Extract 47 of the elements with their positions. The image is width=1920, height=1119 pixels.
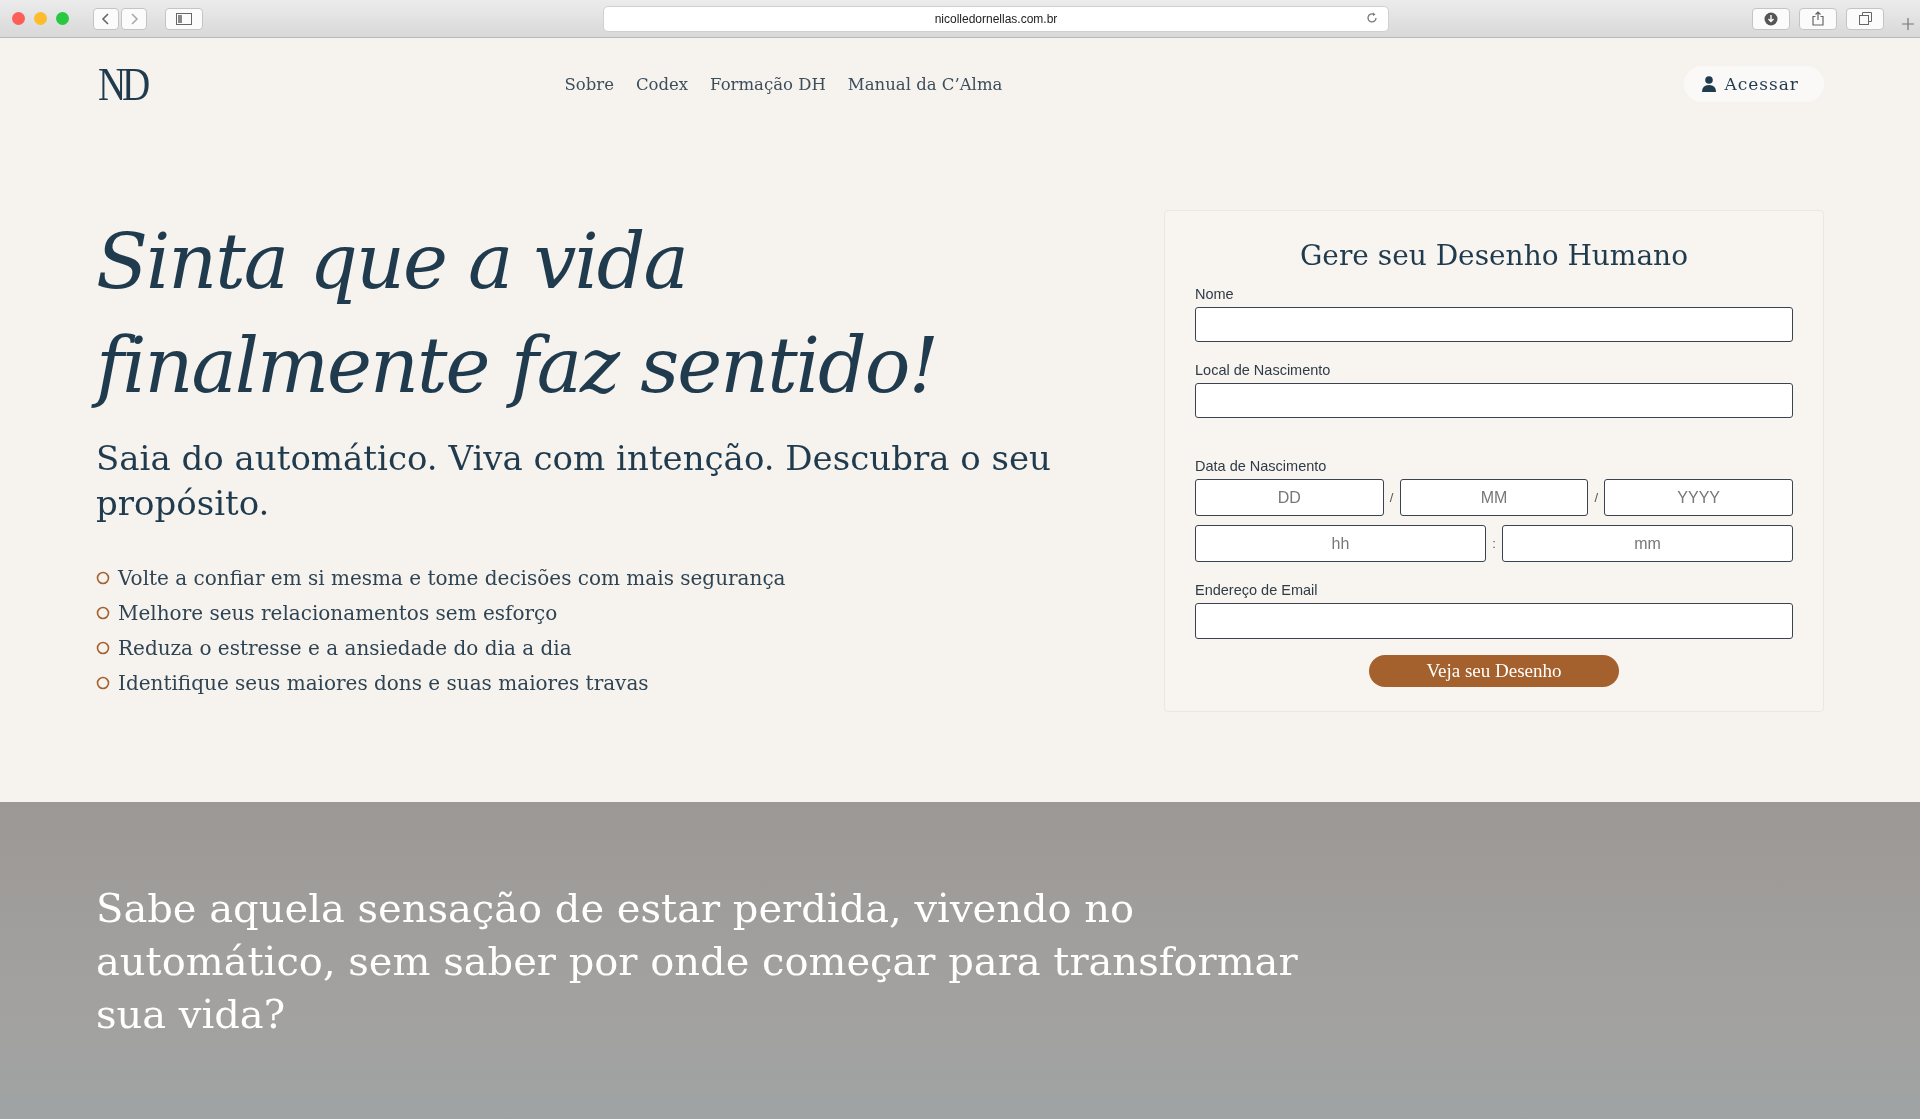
user-icon (1702, 76, 1717, 92)
circle-bullet-icon (96, 641, 110, 655)
hero-subheading: Saia do automático. Viva com intenção. Descubra o seu propósito. (96, 437, 1052, 525)
field-label: Nome (1195, 286, 1235, 302)
date-separator: / (1388, 490, 1395, 506)
time-input[interactable]: hh (1195, 525, 1486, 563)
nav-link[interactable]: Codex (635, 74, 689, 94)
field-label: Local de Nascimento (1195, 362, 1332, 379)
download-button[interactable] (1752, 7, 1790, 30)
tabs-button[interactable] (1846, 7, 1884, 30)
back-button[interactable] (93, 7, 119, 30)
submit-button[interactable]: Veja seu Desenho (1369, 654, 1619, 687)
circle-bullet-icon (96, 606, 110, 620)
chevron-left-icon (101, 11, 111, 26)
logo[interactable]: ND (98, 57, 146, 111)
benefit-text: Melhore seus relacionamentos sem esforço (118, 601, 558, 625)
circle-bullet-icon (96, 676, 110, 690)
reload-icon[interactable] (1366, 11, 1378, 24)
close-window-icon[interactable] (12, 12, 25, 25)
sidebar-icon (176, 12, 192, 25)
circle-bullet-icon (96, 571, 110, 585)
benefit-text: Identifique seus maiores dons e suas maiores travas (118, 671, 649, 695)
chevron-right-icon (129, 11, 139, 26)
date-separator: / (1593, 490, 1600, 506)
share-icon (1812, 11, 1824, 26)
benefit-text: Volte a confiar em si mesma e tome decisões com mais segurança (118, 566, 786, 590)
new-tab-icon[interactable] (1902, 18, 1914, 30)
tabs-icon (1858, 12, 1872, 25)
benefit-text: Reduza o estresse e a ansiedade do dia a dia (118, 636, 572, 660)
date-input[interactable]: MM (1399, 479, 1589, 517)
hero-heading: Sinta que a vida finalmente faz sentido! (92, 210, 954, 424)
download-icon (1764, 11, 1778, 26)
time-input[interactable]: mm (1502, 525, 1793, 563)
field-label: Endereço de Email (1195, 582, 1319, 599)
section-heading: Sabe aquela sensação de estar perdida, vivendo no automático, sem saber por onde começar para transformar sua vida? (96, 884, 1299, 1039)
nav-link[interactable]: Manual da C’Alma (847, 74, 1003, 94)
time-separator: : (1491, 536, 1497, 552)
nav-link[interactable]: Sobre (564, 74, 614, 94)
login-button[interactable]: Acessar (1684, 66, 1824, 102)
share-button[interactable] (1799, 7, 1837, 30)
sidebar-button[interactable] (165, 7, 203, 30)
date-input[interactable]: YYYY (1604, 479, 1793, 517)
field-label: Data de Nascimento (1195, 458, 1328, 475)
form-title: Gere seu Desenho Humano (1298, 239, 1689, 272)
address-bar[interactable]: nicolledornellas.com.br (603, 5, 1389, 32)
date-input[interactable]: DD (1195, 479, 1384, 517)
nav-link[interactable]: Formação DH (710, 74, 826, 94)
